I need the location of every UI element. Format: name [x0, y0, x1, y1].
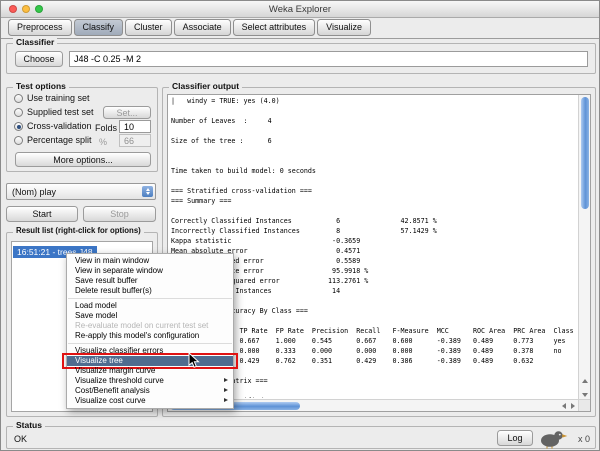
stop-button[interactable]: Stop [83, 206, 156, 222]
use-training-set-label: Use training set [27, 93, 90, 103]
tab-visualize[interactable]: Visualize [317, 19, 371, 36]
percentage-split-label: Percentage split [27, 135, 92, 145]
menu-item-load-model[interactable]: Load model [67, 301, 233, 311]
use-training-set-radio[interactable] [14, 94, 23, 103]
test-options-groupbox: Test options Use training set Supplied t… [6, 87, 158, 172]
classifier-output-group-label: Classifier output [169, 81, 242, 91]
status-group-label: Status [13, 420, 45, 430]
tab-associate[interactable]: Associate [174, 19, 231, 36]
weka-explorer-window: Weka Explorer Preprocess Classify Cluste… [0, 0, 600, 451]
choose-classifier-button[interactable]: Choose [15, 51, 63, 67]
result-context-menu: View in main window View in separate win… [66, 253, 234, 409]
start-button[interactable]: Start [6, 206, 78, 222]
result-list-group-label: Result list (right-click for options) [13, 226, 144, 235]
scroll-down-icon[interactable] [582, 393, 588, 397]
menu-separator [68, 298, 232, 299]
supplied-test-set-option[interactable]: Supplied test set [14, 107, 94, 117]
supplied-test-set-radio[interactable] [14, 108, 23, 117]
tab-select-attributes[interactable]: Select attributes [233, 19, 316, 36]
more-options-button[interactable]: More options... [15, 152, 151, 167]
percentage-split-radio[interactable] [14, 136, 23, 145]
classifier-scheme-field[interactable]: J48 -C 0.25 -M 2 [69, 51, 588, 67]
cross-validation-option[interactable]: Cross-validation [14, 121, 92, 131]
supplied-test-set-label: Supplied test set [27, 107, 94, 117]
class-attribute-value: (Nom) play [12, 187, 56, 197]
window-title: Weka Explorer [1, 4, 599, 15]
menu-item-save-result-buffer[interactable]: Save result buffer [67, 276, 233, 286]
menu-item-visualize-tree-label: Visualize tree [75, 356, 123, 365]
cross-validation-radio[interactable] [14, 122, 23, 131]
menu-item-cost-benefit-analysis-label: Cost/Benefit analysis [75, 386, 150, 395]
percentage-split-option[interactable]: Percentage split [14, 135, 92, 145]
submenu-arrow-icon [224, 398, 228, 402]
menu-item-view-main-window[interactable]: View in main window [67, 256, 233, 266]
folds-field[interactable]: 10 [119, 120, 151, 133]
test-options-group-label: Test options [13, 81, 69, 91]
title-bar: Weka Explorer [1, 1, 599, 18]
weka-bird-icon [538, 428, 568, 449]
menu-item-reevaluate-model[interactable]: Re-evaluate model on current test set [67, 321, 233, 331]
tab-classify[interactable]: Classify [74, 19, 124, 36]
scroll-up-icon[interactable] [582, 379, 588, 383]
menu-item-delete-result-buffer[interactable]: Delete result buffer(s) [67, 286, 233, 296]
status-value: OK [14, 434, 27, 444]
menu-item-visualize-cost-curve[interactable]: Visualize cost curve [67, 396, 233, 406]
menu-separator [68, 343, 232, 344]
use-training-set-option[interactable]: Use training set [14, 93, 90, 103]
submenu-arrow-icon [224, 388, 228, 392]
menu-item-view-separate-window[interactable]: View in separate window [67, 266, 233, 276]
submenu-arrow-icon [224, 378, 228, 382]
menu-item-visualize-cost-curve-label: Visualize cost curve [75, 396, 146, 405]
scroll-right-icon[interactable] [571, 403, 575, 409]
folds-label: Folds [95, 123, 117, 133]
menu-item-cost-benefit-analysis[interactable]: Cost/Benefit analysis [67, 386, 233, 396]
tab-preprocess[interactable]: Preprocess [8, 19, 72, 36]
classifier-groupbox: Classifier Choose J48 -C 0.25 -M 2 [6, 43, 596, 74]
scrollbar-corner [578, 399, 590, 411]
vertical-scrollbar[interactable] [578, 95, 590, 399]
percent-label: % [99, 137, 107, 147]
menu-item-visualize-margin-curve[interactable]: Visualize margin curve [67, 366, 233, 376]
class-attribute-combo[interactable]: (Nom) play [6, 183, 156, 200]
menu-item-visualize-classifier-errors[interactable]: Visualize classifier errors [67, 346, 233, 356]
menu-item-visualize-tree[interactable]: Visualize tree [67, 356, 233, 366]
percent-field[interactable]: 66 [119, 134, 151, 147]
status-groupbox: Status OK Log x 0 [6, 426, 596, 449]
cross-validation-label: Cross-validation [27, 121, 92, 131]
classifier-group-label: Classifier [13, 37, 57, 47]
menu-item-visualize-threshold-curve-label: Visualize threshold curve [75, 376, 164, 385]
set-test-set-button[interactable]: Set... [103, 106, 151, 119]
tab-cluster[interactable]: Cluster [125, 19, 172, 36]
scroll-left-icon[interactable] [562, 403, 566, 409]
vertical-scrollbar-thumb[interactable] [581, 97, 589, 209]
menu-item-visualize-threshold-curve[interactable]: Visualize threshold curve [67, 376, 233, 386]
menu-item-save-model[interactable]: Save model [67, 311, 233, 321]
log-button[interactable]: Log [497, 430, 533, 446]
main-tab-bar: Preprocess Classify Cluster Associate Se… [1, 18, 599, 39]
weka-counter: x 0 [578, 434, 590, 444]
combo-arrows-icon [142, 186, 153, 197]
menu-item-reapply-configuration[interactable]: Re-apply this model's configuration [67, 331, 233, 341]
